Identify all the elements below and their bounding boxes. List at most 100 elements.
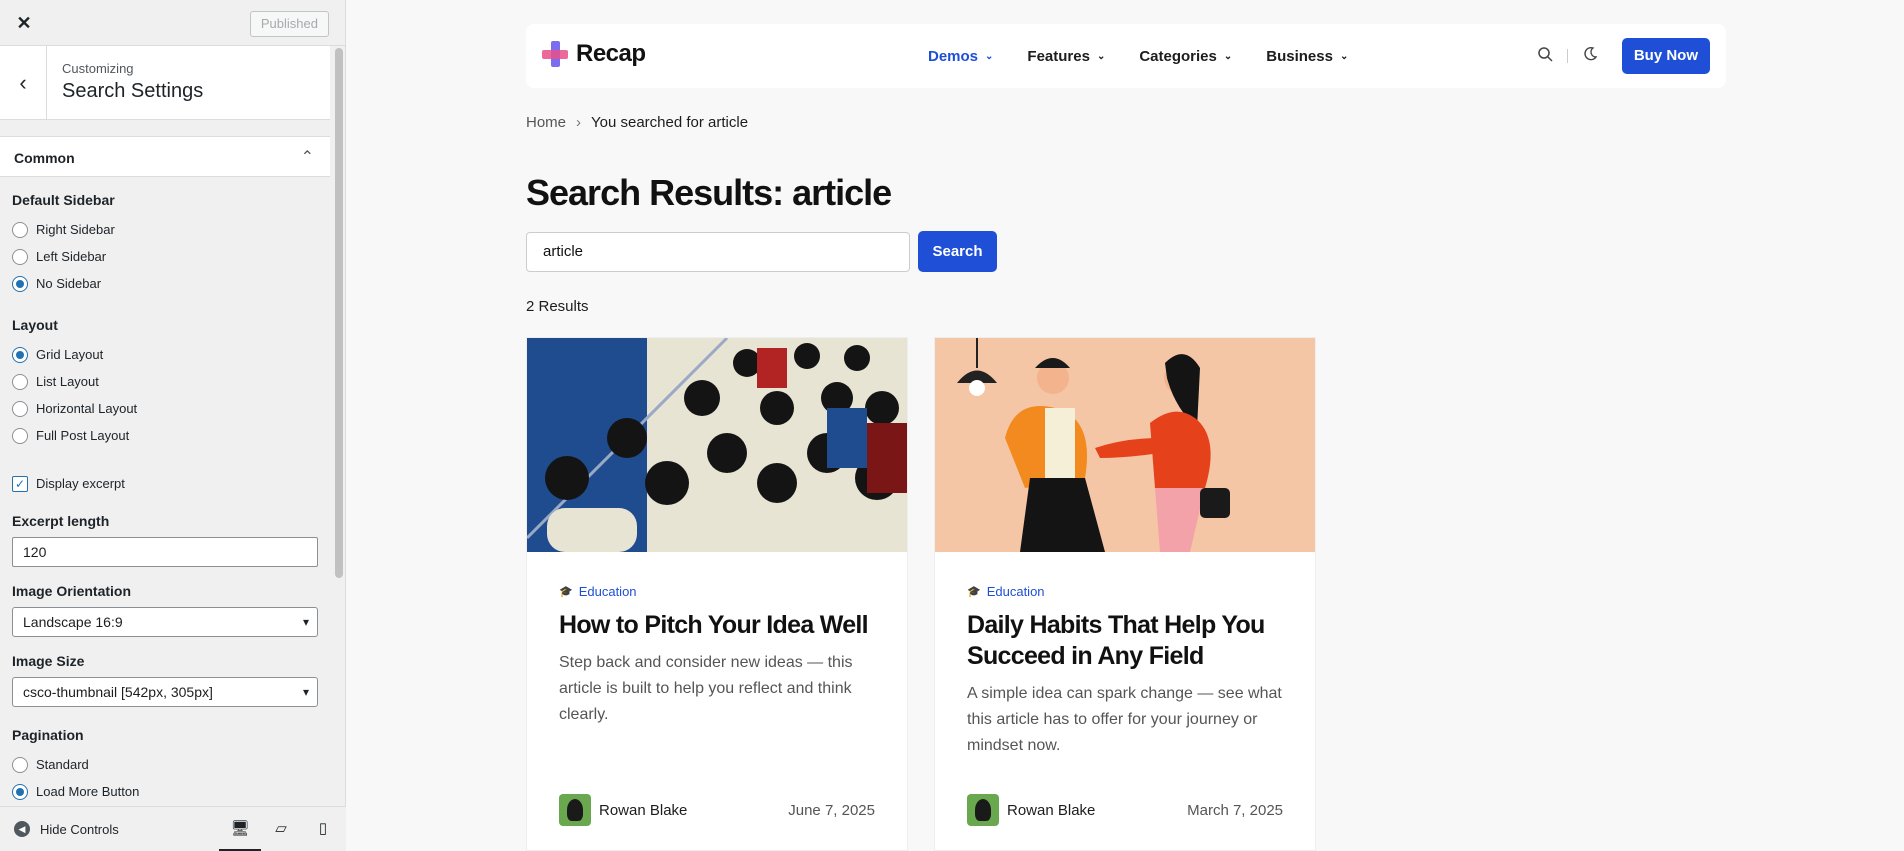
radio-grid-layout[interactable]: Grid Layout xyxy=(12,341,322,368)
graduation-cap-icon: 🎓 xyxy=(967,586,981,598)
chevron-down-icon: ⌄ xyxy=(1339,50,1349,62)
desktop-preview-icon[interactable]: 🖥 xyxy=(219,819,261,851)
radio-button[interactable] xyxy=(12,248,28,265)
post-excerpt: A simple idea can spark change — see wha… xyxy=(967,685,1282,754)
post-title[interactable]: Daily Habits That Help You Succeed in An… xyxy=(967,610,1297,672)
search-button[interactable]: Search xyxy=(918,231,997,272)
nav-item-business[interactable]: Business ⌄ xyxy=(1266,48,1348,65)
pagination-label: Pagination xyxy=(12,727,84,743)
divider xyxy=(1566,49,1568,63)
close-icon[interactable]: ✕ xyxy=(10,10,38,38)
section-title: Search Settings xyxy=(62,80,204,102)
post-thumbnail-handshake-illustration[interactable] xyxy=(935,338,1315,552)
post-card[interactable]: 🎓 Education How to Pitch Your Idea Well S… xyxy=(526,337,908,851)
radio-label: Load More Button xyxy=(36,784,140,799)
radio-right-sidebar[interactable]: Right Sidebar xyxy=(12,216,322,243)
chevron-down-icon: ⌄ xyxy=(985,50,994,62)
dark-mode-moon-icon[interactable] xyxy=(1578,46,1602,67)
customizer-footer: ◀ Hide Controls 🖥 ▱ ▯ xyxy=(0,806,346,851)
radio-label: No Sidebar xyxy=(36,276,102,291)
back-arrow-icon[interactable]: ‹ xyxy=(0,46,47,120)
site-logo[interactable]: Recap xyxy=(542,40,646,68)
avatar xyxy=(967,794,999,826)
radio-button-selected[interactable] xyxy=(12,275,28,292)
select-value: csco-thumbnail [542px, 305px] xyxy=(23,684,213,700)
nav-item-demos[interactable]: Demos ⌄ xyxy=(928,48,993,65)
common-group-toggle[interactable]: Common ⌃ xyxy=(0,136,330,177)
post-date: March 7, 2025 xyxy=(1187,802,1283,819)
search-icon[interactable] xyxy=(1533,46,1557,67)
layout-label: Layout xyxy=(12,317,58,333)
chevron-down-icon: ⌄ xyxy=(1096,50,1106,62)
checkbox-label: Display excerpt xyxy=(36,476,125,491)
chevron-down-icon: ▾ xyxy=(302,615,309,629)
radio-horizontal-layout[interactable]: Horizontal Layout xyxy=(12,395,322,422)
hide-controls-label: Hide Controls xyxy=(40,821,119,837)
nav-label: Features xyxy=(1027,47,1090,65)
author-name: Rowan Blake xyxy=(599,801,688,819)
post-date: June 7, 2025 xyxy=(788,802,875,819)
post-category[interactable]: 🎓 Education xyxy=(967,584,1045,599)
image-orientation-select[interactable]: Landscape 16:9 ▾ xyxy=(12,607,318,637)
radio-list-layout[interactable]: List Layout xyxy=(12,368,322,395)
customizer-topbar: ✕ Published xyxy=(0,0,345,46)
breadcrumb-home[interactable]: Home xyxy=(526,114,566,131)
customizing-label: Customizing xyxy=(62,61,134,76)
site-header: Recap Demos ⌄ Features ⌄ Categories ⌄ Busin… xyxy=(526,24,1726,88)
radio-label: Full Post Layout xyxy=(36,428,130,443)
radio-button[interactable] xyxy=(12,756,28,773)
radio-standard[interactable]: Standard xyxy=(12,751,322,778)
radio-label: Right Sidebar xyxy=(36,222,115,237)
radio-full-post-layout[interactable]: Full Post Layout xyxy=(12,422,322,449)
category-label: Education xyxy=(986,584,1045,599)
tablet-preview-icon[interactable]: ▱ xyxy=(270,819,292,839)
radio-label: Horizontal Layout xyxy=(36,401,138,416)
page-title: Search Results: article xyxy=(526,172,892,213)
post-category[interactable]: 🎓 Education xyxy=(559,584,637,599)
panel-scrollbar[interactable] xyxy=(335,48,343,578)
post-author[interactable]: Rowan Blake xyxy=(967,794,1095,826)
radio-button[interactable] xyxy=(12,427,28,444)
main-nav: Demos ⌄ Features ⌄ Categories ⌄ Business ⌄ xyxy=(928,24,1382,88)
chevron-down-icon: ⌄ xyxy=(1223,50,1233,62)
results-count: 2 Results xyxy=(526,298,589,315)
chevron-down-icon: ▾ xyxy=(302,685,309,699)
buy-now-button[interactable]: Buy Now xyxy=(1621,38,1710,74)
radio-left-sidebar[interactable]: Left Sidebar xyxy=(12,243,322,270)
nav-label: Categories xyxy=(1139,47,1217,65)
header-tools: Buy Now xyxy=(1533,38,1710,74)
nav-item-features[interactable]: Features ⌄ xyxy=(1027,48,1105,65)
radio-label: Left Sidebar xyxy=(36,249,107,264)
checkbox-checked-icon[interactable]: ✓ xyxy=(12,475,28,492)
radio-button-selected[interactable] xyxy=(12,783,28,800)
image-size-select[interactable]: csco-thumbnail [542px, 305px] ▾ xyxy=(12,677,318,707)
chevron-up-icon: ⌃ xyxy=(300,149,314,166)
publish-button[interactable]: Published xyxy=(249,11,329,37)
site-preview: Recap Demos ⌄ Features ⌄ Categories ⌄ Busin… xyxy=(347,0,1904,851)
post-thumbnail-crowd-illustration[interactable] xyxy=(527,338,907,552)
brand-name: Recap xyxy=(576,40,646,67)
post-author[interactable]: Rowan Blake xyxy=(559,794,687,826)
collapse-icon: ◀ xyxy=(14,821,30,837)
radio-button[interactable] xyxy=(12,221,28,238)
radio-no-sidebar[interactable]: No Sidebar xyxy=(12,270,322,297)
hide-controls-button[interactable]: ◀ Hide Controls xyxy=(14,821,119,837)
excerpt-length-input[interactable]: 120 xyxy=(12,537,318,567)
display-excerpt-checkbox-row[interactable]: ✓ Display excerpt xyxy=(12,470,322,497)
post-excerpt: Step back and consider new ideas — this … xyxy=(559,654,853,723)
nav-label: Demos xyxy=(928,47,979,65)
search-input[interactable]: article xyxy=(526,232,910,272)
common-group-title: Common xyxy=(14,150,75,166)
post-card[interactable]: 🎓 Education Daily Habits That Help You Su… xyxy=(934,337,1316,851)
logo-mark-icon xyxy=(542,41,568,67)
radio-button-selected[interactable] xyxy=(12,346,28,363)
category-label: Education xyxy=(578,584,637,599)
radio-button[interactable] xyxy=(12,400,28,417)
radio-button[interactable] xyxy=(12,373,28,390)
select-value: Landscape 16:9 xyxy=(23,614,123,630)
nav-item-categories[interactable]: Categories ⌄ xyxy=(1139,48,1232,65)
post-title[interactable]: How to Pitch Your Idea Well xyxy=(559,610,889,641)
radio-load-more[interactable]: Load More Button xyxy=(12,778,322,802)
excerpt-length-label: Excerpt length xyxy=(12,513,110,529)
mobile-preview-icon[interactable]: ▯ xyxy=(312,819,334,839)
